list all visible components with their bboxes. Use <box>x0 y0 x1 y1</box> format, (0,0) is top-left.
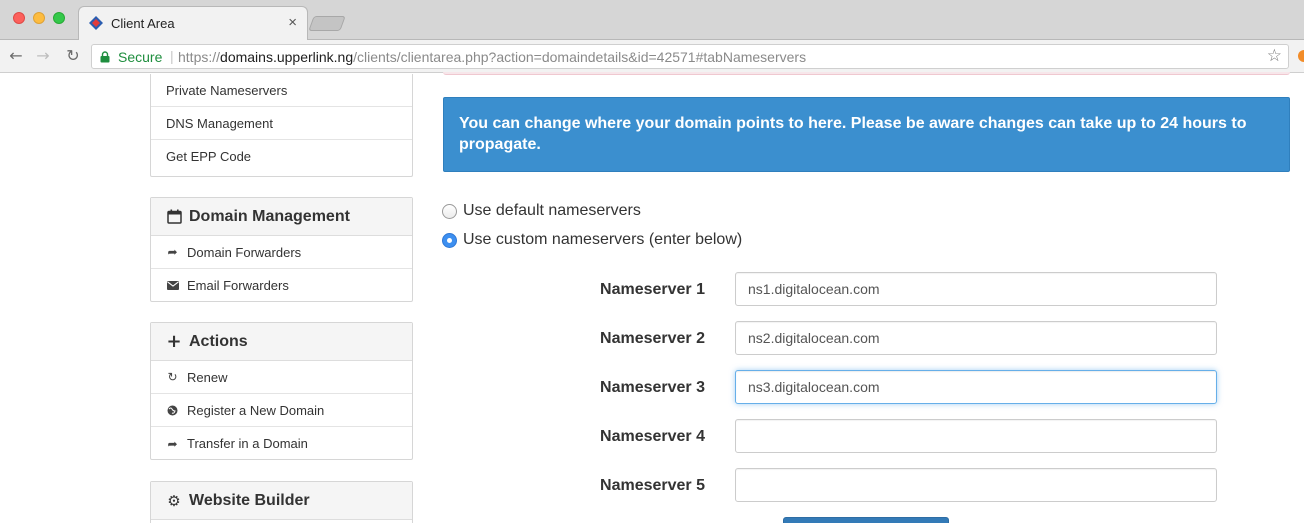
nameserver-2-label: Nameserver 2 <box>600 330 705 347</box>
tab-close-icon[interactable]: × <box>288 14 297 31</box>
forward-arrow-icon[interactable]: → <box>32 45 54 67</box>
browser-tab-bar: Client Area × <box>0 0 1304 41</box>
minimize-window-button[interactable] <box>33 12 45 24</box>
sidebar-item-renew[interactable]: ↻ Renew <box>151 361 412 394</box>
sidebar-item-label: Register a New Domain <box>187 402 325 418</box>
nameserver-1-label: Nameserver 1 <box>600 281 705 298</box>
sidebar-item-label: DNS Management <box>166 115 273 131</box>
nameserver-5-input[interactable] <box>735 468 1217 502</box>
new-tab-button[interactable] <box>308 16 346 31</box>
radio-button-checked[interactable] <box>442 232 457 248</box>
url-separator: | <box>170 48 174 64</box>
nameserver-4-label: Nameserver 4 <box>600 428 705 445</box>
sidebar-item-email-forwarders[interactable]: Email Forwarders <box>151 269 412 302</box>
back-arrow-icon[interactable]: ← <box>5 45 27 67</box>
domain-sidebar-panel: Private Nameservers DNS Management Get E… <box>150 74 413 177</box>
sidebar-item-domain-forwarders[interactable]: ➦ Domain Forwarders <box>151 236 412 269</box>
url-host: domains.upperlink.ng <box>220 49 354 65</box>
browser-tab-client-area[interactable]: Client Area × <box>78 6 308 41</box>
panel-header: ⚙ Website Builder <box>151 482 412 520</box>
radio-default-nameservers[interactable]: Use default nameservers <box>442 202 641 220</box>
url-text: https://domains.upperlink.ng/clients/cli… <box>178 49 806 65</box>
reload-icon[interactable]: ↻ <box>62 45 84 67</box>
nameserver-3-label: Nameserver 3 <box>600 379 705 396</box>
lock-icon <box>100 51 110 63</box>
globe-icon <box>166 405 179 416</box>
tab-title: Client Area <box>111 16 175 31</box>
browser-toolbar: ← → ↻ Secure | https://domains.upperlink… <box>0 40 1304 73</box>
bookmark-star-icon[interactable]: ☆ <box>1267 46 1282 66</box>
sidebar-item-label: Domain Forwarders <box>187 244 302 260</box>
sidebar-item-label: Renew <box>187 369 228 385</box>
sidebar-item-label: Get EPP Code <box>166 149 252 164</box>
sidebar-item-transfer-domain[interactable]: ➦ Transfer in a Domain <box>151 427 412 460</box>
radio-button-unchecked[interactable] <box>442 203 457 219</box>
sidebar-item-label: Private Nameservers <box>166 82 288 98</box>
site-favicon-icon <box>89 16 103 30</box>
change-nameservers-button[interactable] <box>783 517 949 523</box>
sidebar-item-get-epp-code[interactable]: Get EPP Code <box>151 140 412 173</box>
nameserver-3-input[interactable] <box>735 370 1217 404</box>
envelope-icon <box>166 281 179 290</box>
calendar-icon <box>166 209 182 225</box>
info-alert: You can change where your domain points … <box>443 97 1290 172</box>
url-scheme: https:// <box>178 49 221 65</box>
url-path: /clients/clientarea.php?action=domaindet… <box>353 49 807 65</box>
domain-management-panel: Domain Management ➦ Domain Forwarders Em… <box>150 197 413 302</box>
close-window-button[interactable] <box>13 12 25 24</box>
share-icon: ➦ <box>167 436 178 451</box>
secure-label: Secure <box>118 49 163 65</box>
sidebar-item-register-domain[interactable]: Register a New Domain <box>151 394 412 427</box>
panel-header: + Actions <box>151 323 412 361</box>
radio-label: Use custom nameservers (enter below) <box>463 231 743 248</box>
cogs-icon: ⚙ <box>167 491 181 510</box>
extension-icon[interactable] <box>1298 50 1304 62</box>
nameserver-2-input[interactable] <box>735 321 1217 355</box>
panel-title: Actions <box>189 332 248 350</box>
previous-alert-edge <box>443 72 1290 75</box>
nameserver-1-input[interactable] <box>735 272 1217 306</box>
share-icon: ➦ <box>167 245 178 259</box>
sidebar-item-dns-management[interactable]: DNS Management <box>151 107 412 140</box>
refresh-icon: ↻ <box>167 370 178 384</box>
sidebar-item-label: Transfer in a Domain <box>187 436 308 451</box>
panel-title: Website Builder <box>189 491 310 509</box>
panel-header: Domain Management <box>151 198 412 236</box>
nameserver-5-label: Nameserver 5 <box>600 477 705 494</box>
nameserver-4-input[interactable] <box>735 419 1217 453</box>
actions-panel: + Actions ↻ Renew Register a New Domain … <box>150 322 413 460</box>
address-bar[interactable]: Secure | https://domains.upperlink.ng/cl… <box>91 44 1289 69</box>
sidebar-item-private-nameservers[interactable]: Private Nameservers <box>151 74 412 107</box>
maximize-window-button[interactable] <box>53 12 65 24</box>
sidebar-item-label: Email Forwarders <box>187 278 289 293</box>
radio-custom-nameservers[interactable]: Use custom nameservers (enter below) <box>442 231 742 249</box>
website-builder-panel: ⚙ Website Builder <box>150 481 413 523</box>
panel-title: Domain Management <box>189 207 350 225</box>
plus-icon: + <box>166 331 182 352</box>
radio-label: Use default nameservers <box>463 202 641 219</box>
